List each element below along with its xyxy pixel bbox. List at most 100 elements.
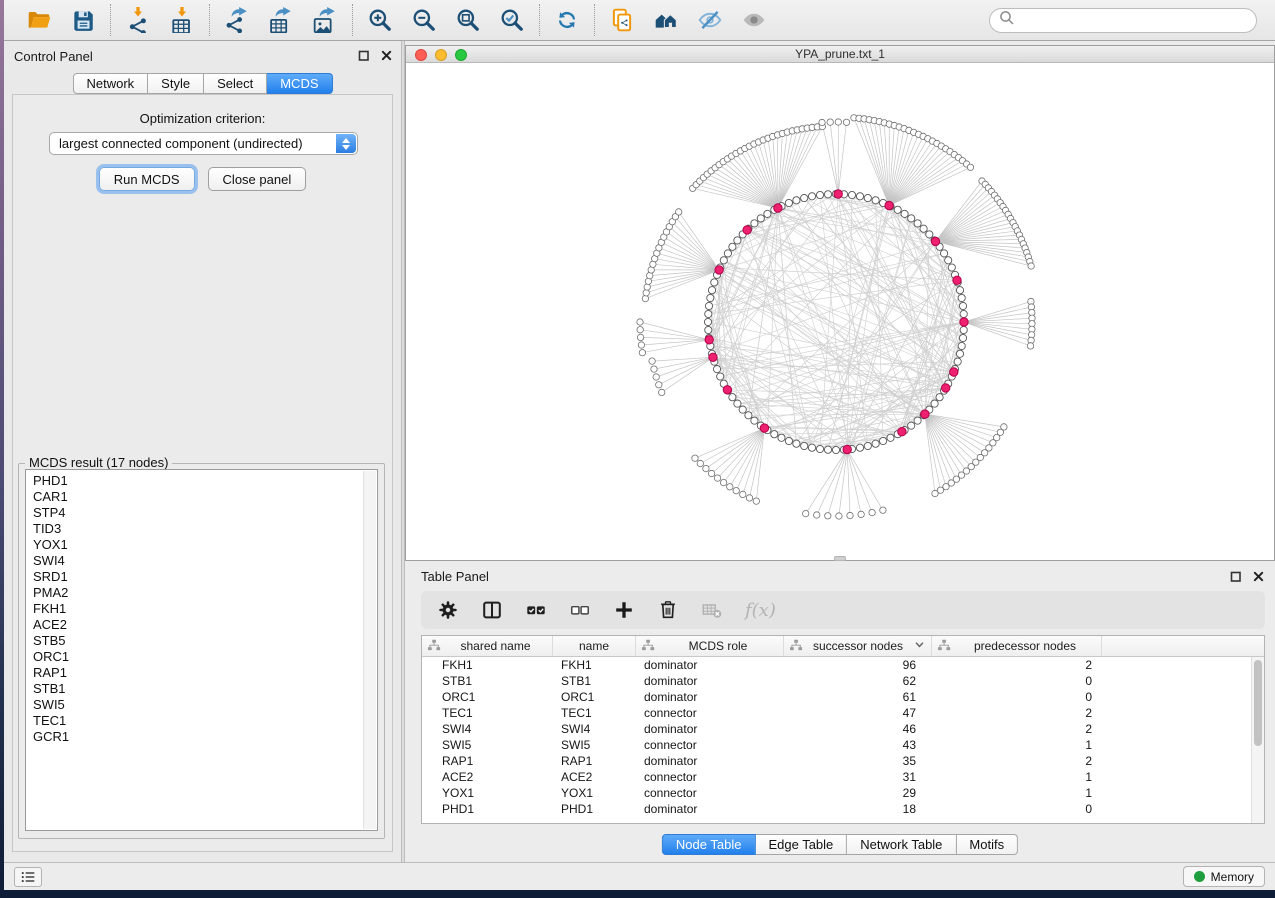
column-header-predecessor-nodes[interactable]: predecessor nodes: [932, 636, 1102, 656]
tab-node-table[interactable]: Node Table: [662, 834, 756, 855]
table-cell: RAP1: [553, 754, 636, 768]
mcds-result-item[interactable]: PMA2: [33, 585, 377, 601]
tab-select[interactable]: Select: [204, 73, 267, 94]
column-header-MCDS-role[interactable]: MCDS role: [636, 636, 784, 656]
minimize-window-icon[interactable]: [435, 49, 447, 61]
mcds-result-list[interactable]: PHD1CAR1STP4TID3YOX1SWI4SRD1PMA2FKH1ACE2…: [25, 469, 378, 831]
mcds-result-item[interactable]: PHD1: [33, 473, 377, 489]
network-canvas[interactable]: [406, 63, 1274, 560]
table-row[interactable]: SWI4SWI4dominator462: [422, 721, 1250, 737]
table-cell: YOX1: [422, 786, 553, 800]
table-cell: 62: [784, 674, 932, 688]
save-session-button[interactable]: [68, 5, 98, 35]
table-row[interactable]: STB1STB1dominator620: [422, 673, 1250, 689]
open-session-button[interactable]: [24, 5, 54, 35]
mcds-result-item[interactable]: RAP1: [33, 665, 377, 681]
status-menu-button[interactable]: [14, 867, 42, 887]
search-input[interactable]: [1019, 13, 1247, 28]
table-cell: SWI5: [422, 738, 553, 752]
mcds-result-item[interactable]: SWI5: [33, 697, 377, 713]
mcds-result-item[interactable]: ACE2: [33, 617, 377, 633]
mcds-result-item[interactable]: SRD1: [33, 569, 377, 585]
import-table-button[interactable]: [167, 5, 197, 35]
mcds-result-item[interactable]: STP4: [33, 505, 377, 521]
table-cell: connector: [636, 770, 784, 784]
zoom-selected-button[interactable]: [497, 5, 527, 35]
table-row[interactable]: SWI5SWI5connector431: [422, 737, 1250, 753]
tab-network-table[interactable]: Network Table: [847, 834, 956, 855]
close-panel-button[interactable]: [380, 49, 393, 62]
tab-network[interactable]: Network: [72, 73, 148, 94]
sort-desc-icon[interactable]: [913, 638, 926, 654]
mcds-result-item[interactable]: FKH1: [33, 601, 377, 617]
mcds-result-item[interactable]: CAR1: [33, 489, 377, 505]
hide-selected-button[interactable]: [695, 5, 725, 35]
table-header-row: shared namenameMCDS rolesuccessor nodesp…: [422, 636, 1264, 657]
split-panel-button[interactable]: [481, 598, 503, 622]
table-row[interactable]: ORC1ORC1dominator610: [422, 689, 1250, 705]
export-table-button[interactable]: [266, 5, 296, 35]
memory-button[interactable]: Memory: [1183, 866, 1265, 887]
mcds-result-item[interactable]: ORC1: [33, 649, 377, 665]
control-panel: Control Panel NetworkStyleSelectMCDS Opt…: [4, 41, 401, 862]
deselect-all-button[interactable]: [569, 598, 591, 622]
zoom-in-button[interactable]: [365, 5, 395, 35]
maximize-window-icon[interactable]: [455, 49, 467, 61]
mcds-result-item[interactable]: YOX1: [33, 537, 377, 553]
float-panel-button[interactable]: [357, 49, 370, 62]
pane-splitter-grip[interactable]: [834, 556, 846, 561]
table-cell: TEC1: [422, 706, 553, 720]
table-row[interactable]: FKH1FKH1dominator962: [422, 657, 1250, 673]
zoom-out-button[interactable]: [409, 5, 439, 35]
table-row[interactable]: TEC1TEC1connector472: [422, 705, 1250, 721]
optimization-criterion-select[interactable]: largest connected component (undirected): [49, 132, 358, 155]
delete-row-button[interactable]: [657, 598, 679, 622]
network-view-window: YPA_prune.txt_1: [405, 45, 1275, 561]
table-row[interactable]: PHD1PHD1dominator180: [422, 801, 1250, 817]
table-scrollbar-thumb[interactable]: [1254, 660, 1262, 746]
column-header-name[interactable]: name: [553, 636, 636, 656]
table-toolbar: f(x): [421, 591, 1265, 629]
close-table-panel-button[interactable]: [1252, 570, 1265, 583]
settings-button[interactable]: [437, 598, 459, 622]
table-cell: 61: [784, 690, 932, 704]
table-row[interactable]: ACE2ACE2connector311: [422, 769, 1250, 785]
run-mcds-button[interactable]: Run MCDS: [99, 167, 195, 191]
tab-style[interactable]: Style: [148, 73, 204, 94]
list-scrollbar-track[interactable]: [363, 471, 376, 829]
close-panel-action-button[interactable]: Close panel: [208, 167, 307, 191]
copy-network-button[interactable]: [607, 5, 637, 35]
select-all-button[interactable]: [525, 598, 547, 622]
column-header-successor-nodes[interactable]: successor nodes: [784, 636, 932, 656]
mcds-result-item[interactable]: STB1: [33, 681, 377, 697]
table-cell: 2: [932, 722, 1102, 736]
add-row-button[interactable]: [613, 598, 635, 622]
refresh-layout-button[interactable]: [552, 5, 582, 35]
column-header-shared-name[interactable]: shared name: [422, 636, 553, 656]
export-image-button[interactable]: [310, 5, 340, 35]
table-cell: SWI4: [422, 722, 553, 736]
table-row[interactable]: RAP1RAP1dominator352: [422, 753, 1250, 769]
mcds-result-item[interactable]: SWI4: [33, 553, 377, 569]
table-body: FKH1FKH1dominator962STB1STB1dominator620…: [422, 657, 1250, 823]
show-all-button[interactable]: [739, 5, 769, 35]
export-network-button[interactable]: [222, 5, 252, 35]
tab-edge-table[interactable]: Edge Table: [755, 834, 847, 855]
import-network-button[interactable]: [123, 5, 153, 35]
tree-icon: [789, 638, 803, 655]
float-table-panel-button[interactable]: [1229, 570, 1242, 583]
table-row[interactable]: YOX1YOX1connector291: [422, 785, 1250, 801]
mcds-result-item[interactable]: STB5: [33, 633, 377, 649]
tab-motifs[interactable]: Motifs: [956, 834, 1018, 855]
zoom-fit-button[interactable]: [453, 5, 483, 35]
close-window-icon[interactable]: [415, 49, 427, 61]
tab-mcds[interactable]: MCDS: [267, 73, 332, 94]
main-toolbar: [4, 0, 1275, 41]
mcds-result-item[interactable]: TID3: [33, 521, 377, 537]
network-window-titlebar[interactable]: YPA_prune.txt_1: [406, 46, 1274, 63]
mcds-result-item[interactable]: GCR1: [33, 729, 377, 745]
first-neighbors-button[interactable]: [651, 5, 681, 35]
mcds-result-item[interactable]: TEC1: [33, 713, 377, 729]
mcds-result-group: MCDS result (17 nodes) PHD1CAR1STP4TID3Y…: [18, 463, 385, 839]
table-scrollbar[interactable]: [1251, 657, 1264, 823]
